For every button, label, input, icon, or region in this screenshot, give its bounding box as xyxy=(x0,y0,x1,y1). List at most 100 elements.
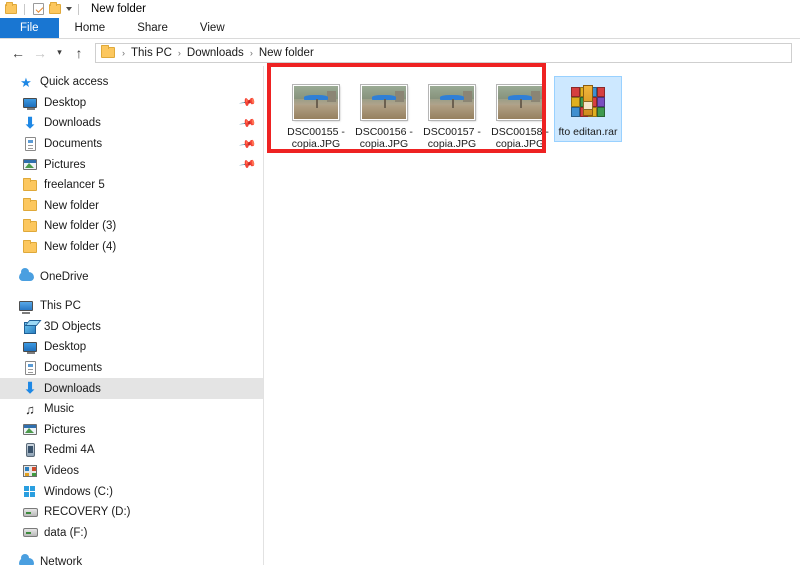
image-thumbnail-icon xyxy=(427,82,477,122)
sidebar-item-onedrive[interactable]: OneDrive xyxy=(0,266,263,287)
sidebar-item-3d-objects[interactable]: 3D Objects xyxy=(0,317,263,338)
breadcrumb-new-folder[interactable]: New folder xyxy=(257,47,316,59)
winrar-archive-icon xyxy=(563,82,613,122)
sidebar-item-new-folder-3[interactable]: New folder (3) xyxy=(0,216,263,237)
forward-arrow-icon: → xyxy=(33,44,47,61)
sidebar-item-redmi-4a[interactable]: Redmi 4A xyxy=(0,440,263,461)
title-bar: New folder xyxy=(0,0,800,18)
file-name-label: fto editan.rar xyxy=(558,126,618,138)
list-item[interactable]: DSC00155 - copia.JPG xyxy=(282,76,350,154)
nav-label: Network xyxy=(40,556,83,565)
this-pc-icon xyxy=(18,298,34,315)
3d-objects-icon xyxy=(22,319,38,335)
explorer-body: ★ Quick access Desktop 📌 ⬇ Downloads 📌 D… xyxy=(0,66,800,565)
sidebar-item-new-folder-4[interactable]: New folder (4) xyxy=(0,237,263,258)
nav-label: Downloads xyxy=(44,382,101,395)
sidebar-item-network[interactable]: Network xyxy=(0,552,263,565)
drive-icon xyxy=(22,525,38,541)
sidebar-item-pc-pictures[interactable]: Pictures xyxy=(0,420,263,441)
nav-group-quick-access[interactable]: ★ Quick access xyxy=(0,72,263,93)
up-arrow-icon[interactable]: ↑ xyxy=(69,43,89,63)
list-item[interactable]: DSC00158 - copia.JPG xyxy=(486,76,554,154)
breadcrumb-downloads[interactable]: Downloads xyxy=(185,47,246,59)
address-bar: ← → ▾ ↑ › This PC › Downloads › New fold… xyxy=(0,39,800,66)
nav-label: Documents xyxy=(44,362,103,375)
tab-file[interactable]: File xyxy=(0,18,59,38)
pictures-icon xyxy=(22,157,38,173)
desktop-icon xyxy=(22,339,38,355)
videos-icon xyxy=(22,463,38,479)
nav-label: Pictures xyxy=(44,423,86,436)
pin-icon[interactable]: 📌 xyxy=(239,135,258,154)
navigation-pane[interactable]: ★ Quick access Desktop 📌 ⬇ Downloads 📌 D… xyxy=(0,66,264,565)
sidebar-item-downloads[interactable]: ⬇ Downloads 📌 xyxy=(0,113,263,134)
image-thumbnail-icon xyxy=(291,82,341,122)
address-input[interactable]: › This PC › Downloads › New folder xyxy=(95,42,792,63)
sidebar-item-pc-documents[interactable]: Documents xyxy=(0,358,263,379)
tab-share[interactable]: Share xyxy=(121,18,184,38)
breadcrumb-separator: › xyxy=(177,47,181,58)
sidebar-item-videos[interactable]: Videos xyxy=(0,461,263,482)
file-name-label: DSC00158 - copia.JPG xyxy=(491,126,549,150)
back-arrow-icon[interactable]: ← xyxy=(8,43,28,63)
pin-icon[interactable]: 📌 xyxy=(239,94,258,112)
list-item-selected[interactable]: fto editan.rar xyxy=(554,76,622,142)
desktop-icon xyxy=(22,95,38,111)
nav-label: data (F:) xyxy=(44,526,88,539)
nav-label: OneDrive xyxy=(40,270,89,283)
folder-icon xyxy=(101,45,115,58)
folder-icon xyxy=(22,239,38,255)
sidebar-item-recovery-d[interactable]: RECOVERY (D:) xyxy=(0,502,263,523)
sidebar-item-pc-desktop[interactable]: Desktop xyxy=(0,337,263,358)
chevron-down-icon[interactable] xyxy=(66,7,72,11)
pictures-icon xyxy=(22,422,38,438)
recent-locations-icon[interactable]: ▾ xyxy=(52,43,67,63)
breadcrumb-separator: › xyxy=(249,47,253,58)
file-name-label: DSC00157 - copia.JPG xyxy=(423,126,481,150)
nav-label: New folder (3) xyxy=(44,220,117,233)
pin-icon[interactable]: 📌 xyxy=(239,155,258,174)
document-icon xyxy=(22,136,38,152)
tab-view[interactable]: View xyxy=(184,18,241,38)
file-name-label: DSC00156 - copia.JPG xyxy=(355,126,413,150)
new-folder-icon[interactable] xyxy=(48,2,62,16)
ribbon-tab-strip: File Home Share View xyxy=(0,18,800,39)
nav-label: Music xyxy=(44,403,75,416)
sidebar-item-new-folder[interactable]: New folder xyxy=(0,196,263,217)
file-name-label: DSC00155 - copia.JPG xyxy=(287,126,345,150)
network-icon xyxy=(18,553,34,565)
sidebar-item-pictures[interactable]: Pictures 📌 xyxy=(0,154,263,175)
image-thumbnail-icon xyxy=(495,82,545,122)
list-item[interactable]: DSC00156 - copia.JPG xyxy=(350,76,418,154)
qat-separator-1 xyxy=(24,3,25,15)
sidebar-item-pc-downloads[interactable]: ⬇ Downloads xyxy=(0,378,263,399)
cloud-icon xyxy=(18,268,34,285)
breadcrumb-this-pc[interactable]: This PC xyxy=(129,47,174,59)
nav-label: freelancer 5 xyxy=(44,179,105,192)
properties-icon[interactable] xyxy=(31,2,45,16)
sidebar-item-this-pc[interactable]: This PC xyxy=(0,296,263,317)
sidebar-item-data-f[interactable]: data (F:) xyxy=(0,522,263,543)
nav-label: Downloads xyxy=(44,117,101,130)
sidebar-item-freelancer-5[interactable]: freelancer 5 xyxy=(0,175,263,196)
file-list-view[interactable]: DSC00155 - copia.JPG DSC00156 - copia.JP… xyxy=(264,66,800,565)
music-icon: ♫ xyxy=(25,401,35,417)
download-icon: ⬇ xyxy=(23,114,37,132)
nav-label: Desktop xyxy=(44,96,87,109)
nav-label: Documents xyxy=(44,138,103,151)
nav-label: New folder (4) xyxy=(44,241,117,254)
sidebar-item-documents[interactable]: Documents 📌 xyxy=(0,134,263,155)
nav-label: This PC xyxy=(40,300,81,313)
nav-label: Quick access xyxy=(40,76,109,89)
pin-icon[interactable]: 📌 xyxy=(239,114,258,133)
nav-label: Desktop xyxy=(44,341,87,354)
folder-icon[interactable] xyxy=(4,2,18,16)
sidebar-item-music[interactable]: ♫ Music xyxy=(0,399,263,420)
sidebar-item-desktop[interactable]: Desktop 📌 xyxy=(0,93,263,114)
sidebar-item-windows-c[interactable]: Windows (C:) xyxy=(0,481,263,502)
list-item[interactable]: DSC00157 - copia.JPG xyxy=(418,76,486,154)
tab-home[interactable]: Home xyxy=(59,18,122,38)
